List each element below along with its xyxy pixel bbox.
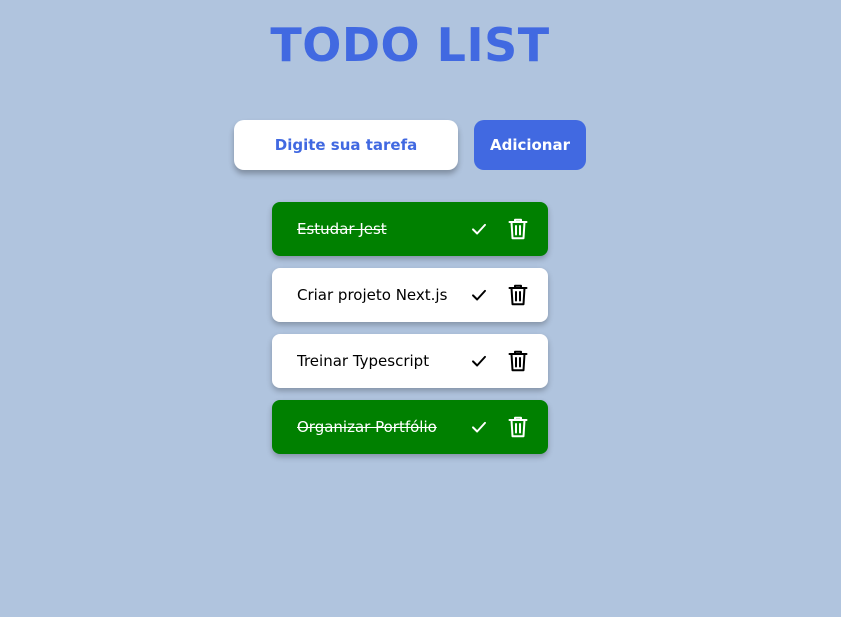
todo-list: Estudar Jest Criar projeto Next.js Trein… (272, 202, 548, 466)
check-icon (470, 286, 488, 304)
complete-button[interactable] (469, 219, 489, 239)
delete-button[interactable] (508, 284, 528, 306)
todo-item: Criar projeto Next.js (272, 268, 548, 322)
trash-icon (508, 416, 528, 438)
task-input[interactable] (234, 120, 458, 170)
todo-text: Criar projeto Next.js (297, 286, 448, 304)
todo-text: Treinar Typescript (297, 352, 430, 370)
add-task-button[interactable]: Adicionar (474, 120, 586, 170)
check-icon (470, 418, 488, 436)
todo-text: Estudar Jest (297, 220, 387, 238)
check-icon (470, 220, 488, 238)
complete-button[interactable] (469, 417, 489, 437)
todo-item: Estudar Jest (272, 202, 548, 256)
complete-button[interactable] (469, 351, 489, 371)
trash-icon (508, 284, 528, 306)
todo-item: Organizar Portfólio (272, 400, 548, 454)
page-title: TODO LIST (270, 18, 550, 72)
check-icon (470, 352, 488, 370)
delete-button[interactable] (508, 416, 528, 438)
todo-text: Organizar Portfólio (297, 418, 437, 436)
complete-button[interactable] (469, 285, 489, 305)
trash-icon (508, 218, 528, 240)
todo-item: Treinar Typescript (272, 334, 548, 388)
trash-icon (508, 350, 528, 372)
delete-button[interactable] (508, 350, 528, 372)
delete-button[interactable] (508, 218, 528, 240)
